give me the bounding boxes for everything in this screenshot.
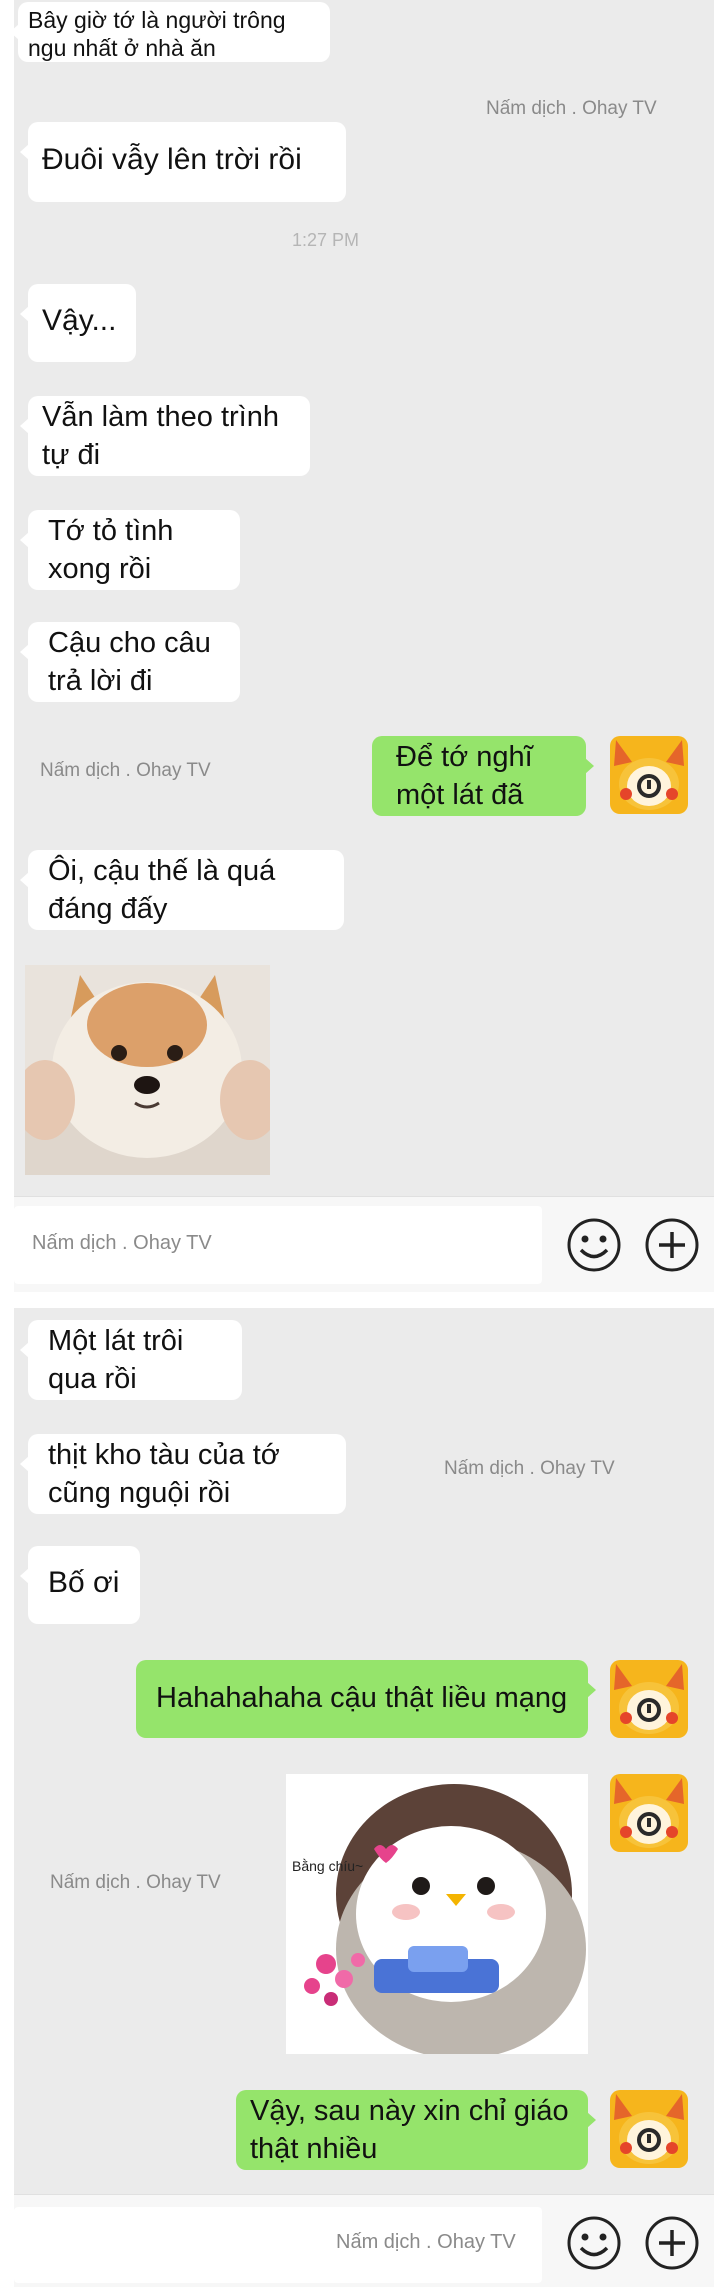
pikachu-avatar[interactable]: [610, 1660, 688, 1738]
message-bubble-incoming[interactable]: Tớ tỏ tình xong rồi: [20, 510, 240, 590]
shiba-dog-photo[interactable]: [25, 965, 270, 1175]
message-bubble-incoming[interactable]: Cậu cho câu trả lời đi: [20, 622, 240, 702]
smile-emoji-icon[interactable]: [566, 2215, 622, 2271]
smile-emoji-icon[interactable]: [566, 1217, 622, 1273]
pikachu-avatar[interactable]: [610, 1774, 688, 1852]
message-bubble-incoming[interactable]: Đuôi vẫy lên trời rồi: [20, 122, 346, 202]
sticker-caption: Bằng chíu~: [292, 1858, 364, 1874]
message-bubble-incoming[interactable]: Bố ơi: [20, 1546, 140, 1624]
pikachu-avatar-icon: [610, 1774, 688, 1852]
message-bubble-incoming[interactable]: Vẫn làm theo trình tự đi: [20, 396, 310, 476]
input-bar: Nấm dịch . Ohay TV: [14, 2194, 714, 2287]
watermark-label: Nấm dịch . Ohay TV: [50, 1872, 221, 1893]
message-bubble-incoming[interactable]: Một lát trôi qua rồi: [20, 1320, 242, 1400]
pikachu-avatar[interactable]: [610, 736, 688, 814]
watermark-label: Nấm dịch . Ohay TV: [444, 1458, 615, 1479]
watermark-label: Nấm dịch . Ohay TV: [40, 760, 211, 781]
plus-circle-icon[interactable]: [644, 1217, 700, 1273]
pikachu-avatar[interactable]: [610, 2090, 688, 2168]
message-input-field[interactable]: Nấm dịch . Ohay TV: [14, 1206, 542, 1284]
message-timestamp: 1:27 PM: [292, 230, 360, 250]
input-bar: Nấm dịch . Ohay TV: [14, 1196, 714, 1293]
shiba-dog-image: [25, 965, 270, 1175]
pikachu-avatar-icon: [610, 2090, 688, 2168]
message-bubble-incoming[interactable]: thịt kho tàu của tớ cũng nguội rồi: [20, 1434, 346, 1514]
penguin-sticker[interactable]: Bằng chíu~: [286, 1774, 588, 2054]
watermark-label: Nấm dịch . Ohay TV: [486, 98, 657, 119]
message-bubble-outgoing[interactable]: Để tớ nghĩ một lát đã: [372, 736, 594, 816]
screen-divider: [0, 1292, 728, 1308]
message-bubble-incoming[interactable]: Bây giờ tớ là người trông ngu nhất ở nhà…: [10, 2, 330, 62]
pikachu-avatar-icon: [610, 1660, 688, 1738]
message-input-field[interactable]: Nấm dịch . Ohay TV: [14, 2207, 542, 2283]
message-bubble-outgoing[interactable]: Hahahahaha cậu thật liều mạng: [136, 1660, 596, 1738]
pikachu-avatar-icon: [610, 736, 688, 814]
penguin-sticker-image: [286, 1774, 588, 2054]
plus-circle-icon[interactable]: [644, 2215, 700, 2271]
message-bubble-incoming[interactable]: Vậy...: [20, 284, 136, 362]
message-bubble-incoming[interactable]: Ôi, cậu thế là quá đáng đấy: [20, 850, 344, 930]
message-bubble-outgoing[interactable]: Vậy, sau này xin chỉ giáo thật nhiều: [236, 2090, 596, 2170]
